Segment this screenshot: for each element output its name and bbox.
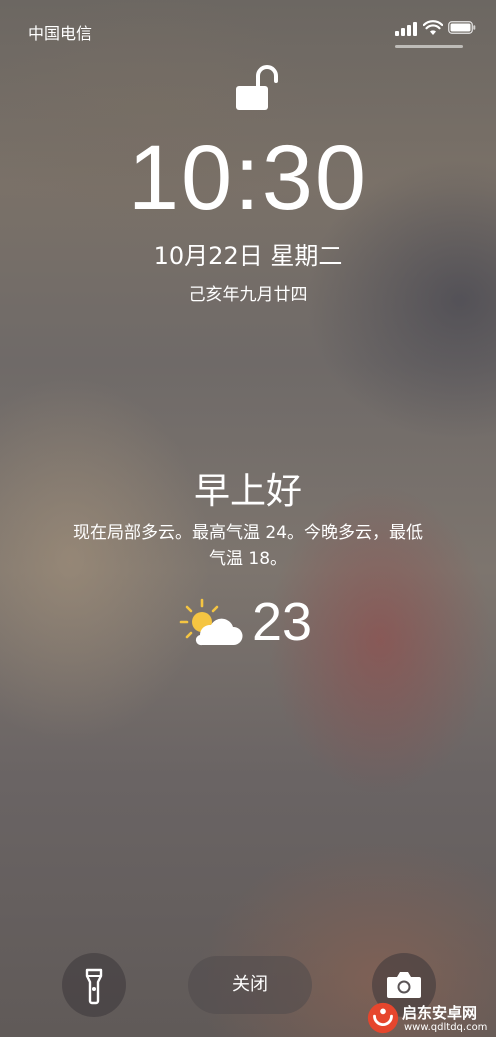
flashlight-icon <box>85 968 103 1005</box>
weather-forecast: 现在局部多云。最高气温 24。今晚多云，最低 气温 18。 <box>50 520 446 572</box>
forecast-line: 现在局部多云。最高气温 24。今晚多云，最低 <box>72 523 424 543</box>
site-watermark: 启东安卓网 www.qdltdq.com <box>364 1000 496 1037</box>
control-center-indicator[interactable] <box>395 45 463 48</box>
watermark-url: www.qdltdq.com <box>404 1022 488 1033</box>
flashlight-button[interactable] <box>62 953 126 1017</box>
date-label: 10月22日 星期二 <box>153 242 343 270</box>
forecast-line: 气温 18。 <box>208 549 288 569</box>
watermark-name: 启东安卓网 <box>402 1004 478 1022</box>
close-button[interactable]: 关闭 <box>188 956 312 1014</box>
partly-sunny-icon <box>179 598 243 646</box>
clock-time: 10:30 <box>127 127 369 229</box>
temperature-value: 23 <box>252 592 313 652</box>
cellular-signal-icon <box>395 22 417 36</box>
battery-icon <box>448 21 476 34</box>
greeting-heading: 早上好 <box>193 471 302 512</box>
carrier-name: 中国电信 <box>28 24 93 43</box>
status-bar: 中国电信 <box>0 0 496 56</box>
lunar-date-label: 己亥年九月廿四 <box>188 285 308 305</box>
wifi-icon <box>423 20 443 35</box>
watermark-logo-icon <box>367 1002 399 1034</box>
unlocked-padlock-icon <box>236 65 278 110</box>
